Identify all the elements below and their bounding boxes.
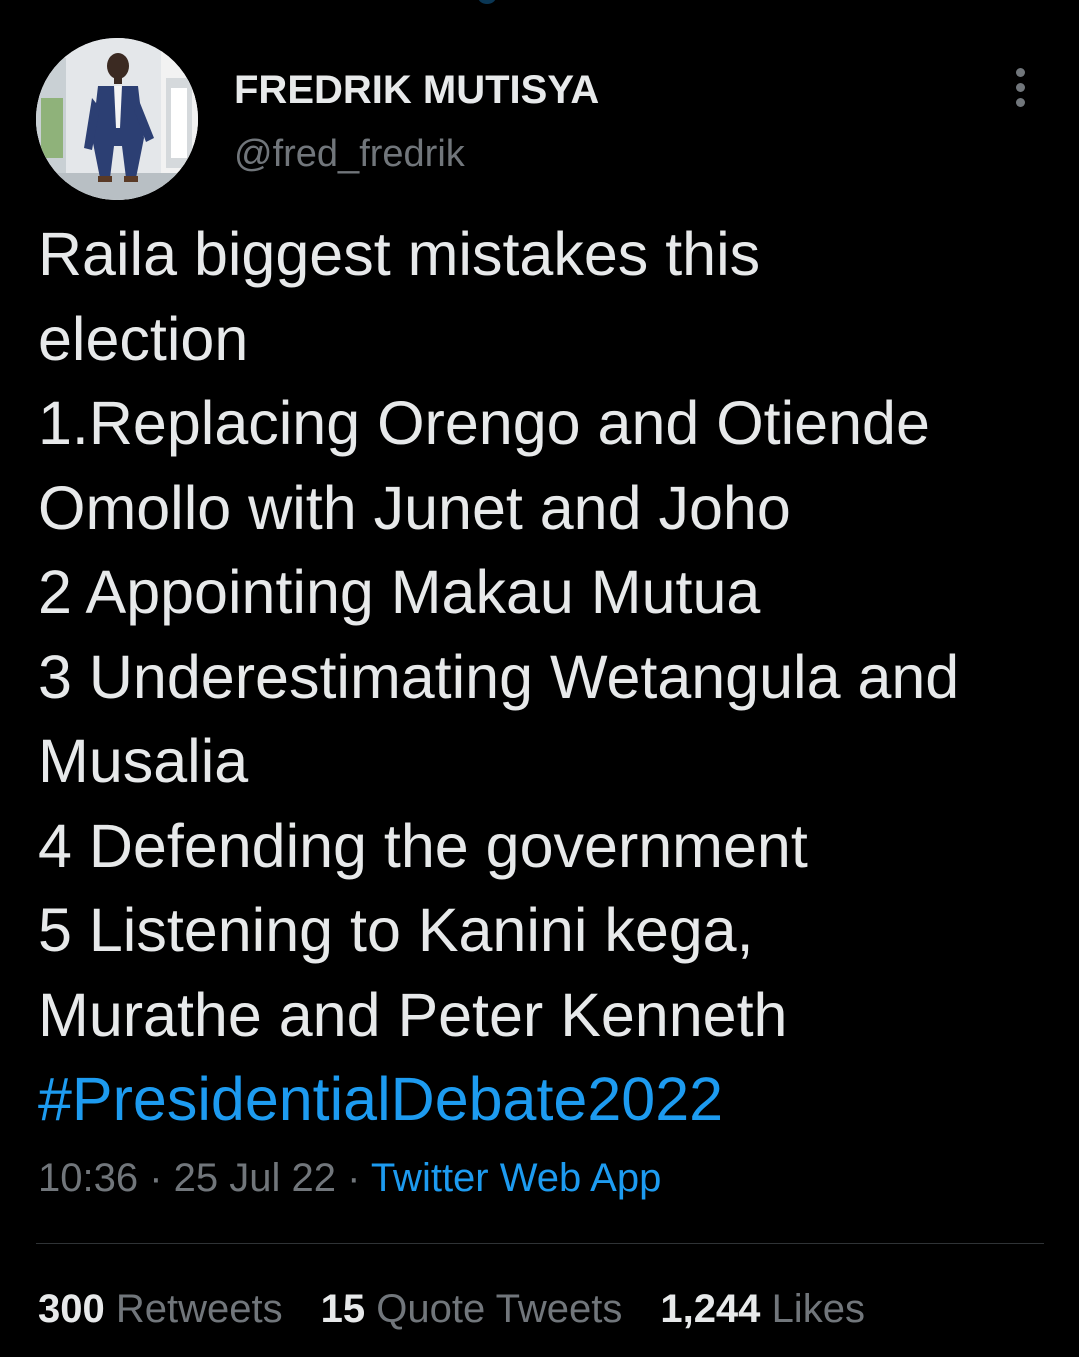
tweet-meta: 10:36 · 25 Jul 22 · Twitter Web App bbox=[38, 1156, 661, 1201]
divider bbox=[36, 1243, 1044, 1244]
display-name[interactable]: FREDRIK MUTISYA bbox=[234, 68, 599, 113]
user-handle[interactable]: @fred_fredrik bbox=[234, 133, 465, 176]
tweet-line: election bbox=[38, 304, 249, 373]
quote-tweets-stat[interactable]: 15 Quote Tweets bbox=[321, 1287, 623, 1332]
more-vertical-icon bbox=[1015, 67, 1025, 77]
tweet-source-link[interactable]: Twitter Web App bbox=[371, 1156, 662, 1200]
top-indicator bbox=[478, 0, 496, 4]
tweet-line: Omollo with Junet and Joho bbox=[38, 473, 791, 542]
tweet-line: Murathe and Peter Kenneth bbox=[38, 980, 788, 1049]
tweet-date[interactable]: 25 Jul 22 bbox=[174, 1156, 336, 1200]
tweet-line: 1.Replacing Orengo and Otiende bbox=[38, 389, 930, 457]
hashtag-link[interactable]: #PresidentialDebate2022 bbox=[38, 1057, 1048, 1142]
meta-separator: · bbox=[138, 1156, 174, 1200]
tweet-header: FREDRIK MUTISYA @fred_fredrik bbox=[36, 38, 1044, 200]
profile-photo-icon bbox=[36, 38, 198, 200]
meta-separator: · bbox=[336, 1156, 371, 1200]
avatar[interactable] bbox=[36, 38, 198, 200]
quote-tweets-count: 15 bbox=[320, 1287, 366, 1331]
tweet-line: 5 Listening to Kanini kega, bbox=[38, 896, 754, 964]
likes-label: Likes bbox=[771, 1287, 865, 1331]
more-options-button[interactable] bbox=[998, 62, 1042, 112]
engagement-stats: 300 Retweets 15 Quote Tweets 1,244 Likes bbox=[38, 1287, 865, 1332]
retweets-label: Retweets bbox=[115, 1287, 283, 1331]
quote-tweets-label: Quote Tweets bbox=[376, 1287, 623, 1331]
likes-stat[interactable]: 1,244 Likes bbox=[660, 1287, 865, 1332]
tweet-line: 3 Underestimating Wetangula and bbox=[38, 642, 960, 711]
tweet-line: Musalia bbox=[38, 727, 249, 795]
tweet-line: 2 Appointing Makau Mutua bbox=[38, 558, 761, 626]
tweet-line: Raila biggest mistakes this bbox=[38, 220, 761, 288]
retweets-stat[interactable]: 300 Retweets bbox=[38, 1287, 283, 1332]
more-vertical-icon-dot bbox=[1015, 82, 1025, 92]
tweet-line: 4 Defending the government bbox=[38, 811, 808, 880]
tweet-time[interactable]: 10:36 bbox=[38, 1156, 138, 1200]
retweets-count: 300 bbox=[38, 1287, 105, 1331]
more-vertical-icon-dot bbox=[1015, 97, 1025, 107]
likes-count: 1,244 bbox=[660, 1287, 761, 1331]
tweet-text: Raila biggest mistakes this election 1.R… bbox=[38, 212, 1048, 1142]
